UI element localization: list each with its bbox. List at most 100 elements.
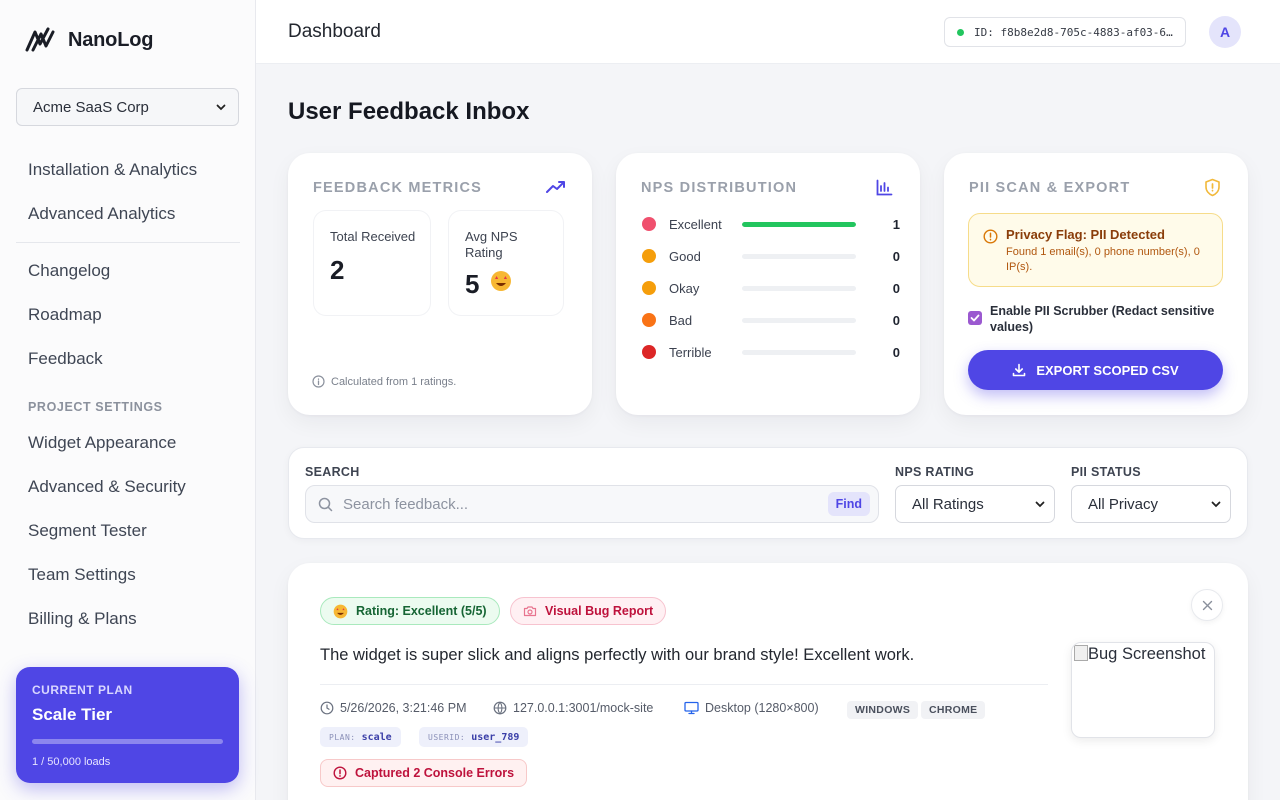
nps-emoji-icon: [642, 281, 656, 295]
search-input[interactable]: [343, 495, 828, 513]
chevron-down-icon: [216, 104, 226, 111]
project-id-pill[interactable]: ID: f8b8e2d8-705c-4883-af03-6...: [944, 17, 1186, 47]
top-header: Dashboard ID: f8b8e2d8-705c-4883-af03-6.…: [256, 0, 1280, 64]
nps-count: 0: [892, 280, 900, 296]
nps-label: Okay: [669, 280, 700, 296]
sidebar-item-billing-plans[interactable]: Billing & Plans: [28, 609, 137, 629]
download-icon: [1013, 363, 1026, 377]
search-icon: [318, 497, 333, 511]
visual-bug-text: Visual Bug Report: [545, 604, 654, 618]
feedback-timestamp: 5/26/2026, 3:21:46 PM: [320, 701, 466, 715]
rating-badge-text: Rating: Excellent (5/5): [356, 604, 487, 618]
nps-label: Bad: [669, 312, 693, 328]
trending-up-icon: [546, 181, 565, 193]
nps-row-terrible: Terrible 0: [642, 343, 900, 361]
nps-label: Good: [669, 248, 701, 264]
current-plan-card[interactable]: CURRENT PLAN Scale Tier 1 / 50,000 loads: [16, 667, 239, 783]
nps-bar-track: [742, 285, 856, 291]
pii-scrubber-checkbox[interactable]: [968, 311, 982, 325]
nps-distribution-card: NPS DISTRIBUTION Excellent 1 Good 0 Okay 0 Bad…: [616, 153, 920, 415]
clock-icon: [320, 701, 334, 715]
page-title: User Feedback Inbox: [288, 98, 530, 125]
total-received-value: 2: [330, 255, 345, 285]
userid-key: USERID:: [428, 732, 466, 742]
browser-tag: CHROME: [921, 701, 986, 719]
star-struck-emoji-icon: [491, 271, 511, 291]
plan-label: CURRENT PLAN: [32, 683, 133, 697]
pii-status-select[interactable]: All Privacy: [1071, 485, 1231, 523]
pii-alert-body: Found 1 email(s), 0 phone number(s), 0 I…: [1006, 246, 1200, 273]
close-button[interactable]: [1191, 589, 1223, 621]
feedback-url[interactable]: 127.0.0.1:3001/mock-site: [493, 701, 653, 715]
visual-bug-badge: Visual Bug Report: [510, 597, 667, 625]
export-csv-button[interactable]: EXPORT SCOPED CSV: [968, 350, 1223, 390]
camera-icon: [523, 606, 537, 617]
nps-rating-label: NPS RATING: [895, 465, 975, 479]
feedback-divider: [320, 684, 1048, 685]
sidebar-item-roadmap[interactable]: Roadmap: [28, 305, 102, 325]
rating-badge: Rating: Excellent (5/5): [320, 597, 500, 625]
nps-bar-track: [742, 221, 856, 227]
sidebar-item-advanced-security[interactable]: Advanced & Security: [28, 477, 186, 497]
calc-note-text: Calculated from 1 ratings.: [331, 375, 457, 388]
sidebar-item-advanced-analytics[interactable]: Advanced Analytics: [28, 204, 175, 224]
console-errors-badge[interactable]: Captured 2 Console Errors: [320, 759, 528, 787]
sidebar-item-widget-appearance[interactable]: Widget Appearance: [28, 433, 176, 453]
globe-icon: [493, 701, 507, 715]
userid-value: user_789: [471, 731, 520, 743]
brand[interactable]: NanoLog: [24, 26, 153, 54]
plan-usage-bar: [32, 739, 223, 744]
plan-metadata-tag: PLAN: scale: [320, 727, 401, 747]
brand-name: NanoLog: [68, 28, 154, 51]
plan-loads: 1 / 50,000 loads: [32, 756, 111, 768]
search-box: Find: [305, 485, 879, 523]
check-icon: [970, 314, 980, 322]
sidebar-item-changelog[interactable]: Changelog: [28, 261, 110, 281]
device-text: Desktop (1280×800): [705, 701, 819, 715]
export-csv-label: EXPORT SCOPED CSV: [1036, 362, 1179, 378]
pii-status-label: PII STATUS: [1071, 465, 1141, 479]
sidebar-item-installation-analytics[interactable]: Installation & Analytics: [28, 160, 197, 180]
plan-name: Scale Tier: [32, 705, 113, 724]
calc-note: Calculated from 1 ratings.: [312, 375, 456, 388]
userid-metadata-tag: USERID: user_789: [419, 727, 529, 747]
os-tag: WINDOWS: [847, 701, 919, 719]
nps-title: NPS DISTRIBUTION: [641, 180, 798, 196]
project-id-text: ID: f8b8e2d8-705c-4883-af03-6...: [974, 25, 1173, 39]
shield-alert-icon: [1205, 178, 1220, 197]
nps-count: 0: [892, 248, 900, 264]
nps-rating-select[interactable]: All Ratings: [895, 485, 1055, 523]
nps-row-excellent: Excellent 1: [642, 215, 900, 233]
feedback-metrics-card: FEEDBACK METRICS Total Received 2 Avg NP…: [288, 153, 592, 415]
metrics-title: FEEDBACK METRICS: [313, 180, 483, 196]
sidebar-item-team-settings[interactable]: Team Settings: [28, 565, 136, 585]
sidebar-item-feedback[interactable]: Feedback: [28, 349, 103, 369]
nps-bar-track: [742, 253, 856, 259]
org-select[interactable]: Acme SaaS Corp: [16, 88, 239, 126]
avatar[interactable]: A: [1209, 16, 1241, 48]
nps-row-okay: Okay 0: [642, 279, 900, 297]
feedback-message: The widget is super slick and aligns per…: [320, 646, 915, 664]
pii-scrubber-toggle[interactable]: Enable PII Scrubber (Redact sensitive va…: [968, 303, 1222, 335]
pii-scrubber-label: Enable PII Scrubber (Redact sensitive va…: [990, 304, 1215, 334]
bug-screenshot[interactable]: Bug Screenshot: [1071, 642, 1215, 738]
nps-bar-track: [742, 317, 856, 323]
console-errors-text: Captured 2 Console Errors: [355, 766, 515, 780]
sidebar-item-segment-tester[interactable]: Segment Tester: [28, 521, 147, 541]
star-struck-emoji-icon: [333, 604, 348, 618]
sidebar: NanoLog Acme SaaS Corp Installation & An…: [0, 0, 256, 800]
nps-row-bad: Bad 0: [642, 311, 900, 329]
nps-bar-track: [742, 349, 856, 355]
find-button[interactable]: Find: [827, 492, 870, 516]
total-received-label: Total Received: [330, 229, 416, 244]
feedback-device: Desktop (1280×800): [684, 701, 819, 715]
feedback-item-card: Rating: Excellent (5/5) Visual Bug Repor…: [288, 563, 1248, 800]
nps-emoji-icon: [642, 345, 656, 359]
nps-count: 1: [892, 216, 900, 232]
avg-nps-value: 5: [465, 269, 480, 299]
pii-status-value: All Privacy: [1088, 495, 1159, 513]
org-select-value: Acme SaaS Corp: [33, 98, 149, 116]
nps-emoji-icon: [642, 249, 656, 263]
sidebar-section-title: PROJECT SETTINGS: [28, 400, 163, 414]
timestamp-text: 5/26/2026, 3:21:46 PM: [340, 701, 467, 715]
